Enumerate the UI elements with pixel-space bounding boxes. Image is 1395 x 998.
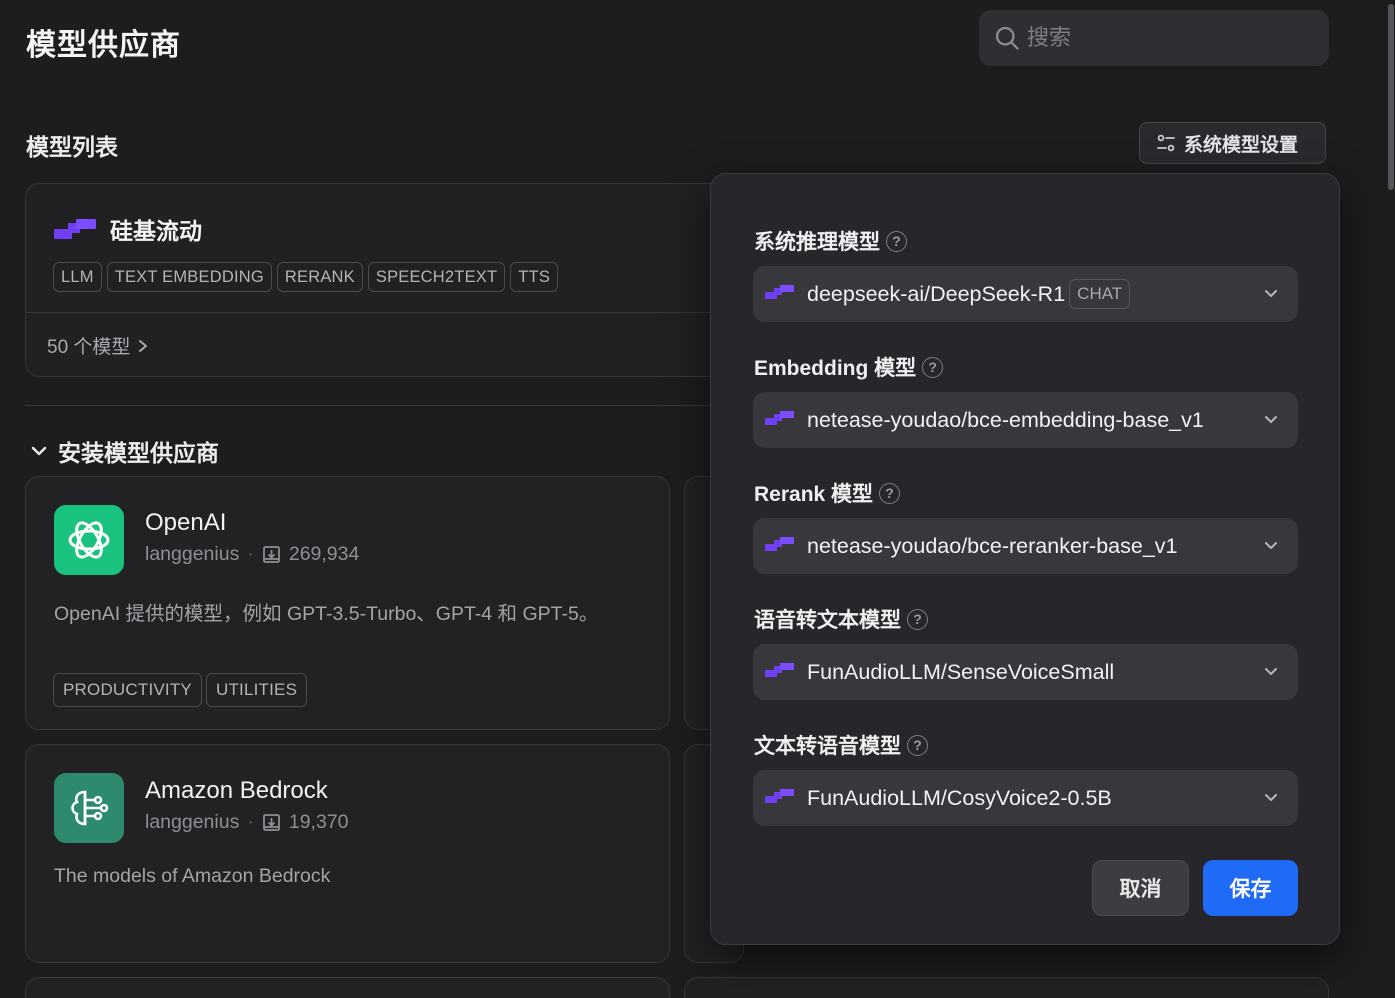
siliconflow-logo-icon (765, 284, 795, 305)
field-label-text: Embedding 模型 (754, 357, 917, 380)
field-label-text: Rerank 模型 (754, 483, 874, 506)
reasoning-model-select[interactable]: deepseek-ai/DeepSeek-R1 CHAT (753, 266, 1298, 322)
chevron-right-icon (139, 339, 148, 352)
section-divider (25, 405, 715, 406)
tag-productivity: PRODUCTIVITY (53, 673, 202, 707)
tag-llm: LLM (53, 262, 102, 292)
siliconflow-logo-icon (765, 410, 795, 431)
siliconflow-logo-icon (765, 788, 795, 809)
siliconflow-logo-icon (54, 217, 98, 246)
help-icon[interactable]: ? (907, 608, 928, 630)
field-label-speech2text: 语音转文本模型 ? (754, 604, 928, 634)
plugin-description: The models of Amazon Bedrock (54, 865, 331, 887)
tag-utilities: UTILITIES (205, 673, 308, 707)
provider-card[interactable]: 硅基流动 LLM TEXT EMBEDDING RERANK SPEECH2TE… (25, 183, 725, 377)
search-box[interactable] (979, 10, 1329, 66)
model-type-chip: CHAT (1069, 279, 1131, 309)
chevron-down-icon (1265, 794, 1277, 801)
chevron-down-icon (1265, 416, 1277, 423)
field-label-text: 语音转文本模型 (754, 609, 901, 632)
help-icon[interactable]: ? (922, 356, 944, 378)
card-divider (26, 312, 724, 313)
field-label-embedding: Embedding 模型 ? (754, 352, 944, 382)
chevron-down-icon (31, 446, 47, 456)
tag-rerank: RERANK (276, 262, 363, 292)
field-label-tts: 文本转语音模型 ? (754, 730, 928, 760)
provider-name: 硅基流动 (110, 218, 202, 244)
siliconflow-logo-icon (765, 536, 795, 557)
embedding-model-select[interactable]: netease-youdao/bce-embedding-base_v1 (753, 392, 1298, 448)
speech2text-model-select[interactable]: FunAudioLLM/SenseVoiceSmall (753, 644, 1298, 700)
meta-separator: · (247, 543, 254, 565)
install-providers-toggle[interactable]: 安装模型供应商 (30, 434, 219, 468)
plugin-card-partial[interactable] (25, 977, 670, 998)
scrollbar-thumb[interactable] (1388, 4, 1394, 190)
cancel-button[interactable]: 取消 (1092, 860, 1189, 916)
meta-separator: · (247, 811, 254, 833)
plugin-install-count: 19,370 (288, 811, 349, 833)
bedrock-icon (54, 773, 124, 843)
tts-model-select[interactable]: FunAudioLLM/CosyVoice2-0.5B (753, 770, 1298, 826)
search-input[interactable] (1027, 25, 1317, 51)
tag-tts: TTS (510, 262, 559, 292)
siliconflow-logo-icon (765, 662, 795, 683)
plugin-meta: langgenius · 269,934 (145, 543, 359, 566)
save-button[interactable]: 保存 (1203, 860, 1298, 916)
selected-model: FunAudioLLM/SenseVoiceSmall (807, 659, 1115, 684)
selected-model: netease-youdao/bce-reranker-base_v1 (807, 533, 1178, 558)
chevron-down-icon (1265, 290, 1277, 297)
plugin-install-count: 269,934 (288, 543, 360, 565)
selected-model: FunAudioLLM/CosyVoice2-0.5B (807, 785, 1112, 810)
help-icon[interactable]: ? (907, 734, 928, 756)
field-label-text: 系统推理模型 (754, 231, 880, 254)
provider-tags: LLM TEXT EMBEDDING RERANK SPEECH2TEXT TT… (53, 262, 559, 292)
chevron-down-icon (1265, 668, 1277, 675)
system-model-settings-button[interactable]: 系统模型设置 (1139, 122, 1326, 164)
tag-speech2text: SPEECH2TEXT (367, 262, 506, 292)
plugin-tags: PRODUCTIVITY UTILITIES (53, 673, 308, 707)
settings-sliders-icon (1157, 134, 1175, 152)
field-label-text: 文本转语音模型 (754, 735, 901, 758)
help-icon[interactable]: ? (886, 230, 907, 252)
model-list-title: 模型列表 (26, 134, 118, 160)
plugin-name: Amazon Bedrock (145, 777, 328, 804)
chevron-down-icon (1265, 542, 1277, 549)
field-label-rerank: Rerank 模型 ? (754, 478, 901, 508)
selected-model: deepseek-ai/DeepSeek-R1 (807, 281, 1066, 306)
download-icon (262, 814, 280, 831)
model-count-link[interactable]: 50 个模型 (47, 332, 150, 359)
system-model-settings-popover: 系统推理模型 ? deepseek-ai/DeepSeek-R1 CHAT Em… (710, 173, 1340, 945)
tag-text-embedding: TEXT EMBEDDING (106, 262, 272, 292)
search-icon (995, 26, 1019, 50)
plugin-author: langgenius (145, 811, 240, 833)
rerank-model-select[interactable]: netease-youdao/bce-reranker-base_v1 (753, 518, 1298, 574)
field-label-reasoning: 系统推理模型 ? (754, 226, 907, 256)
model-count-label: 50 个模型 (47, 337, 131, 358)
plugin-card-partial[interactable] (684, 977, 1329, 998)
page-title: 模型供应商 (26, 29, 181, 62)
openai-icon (54, 505, 124, 575)
plugin-card-bedrock[interactable]: Amazon Bedrock langgenius · 19,370 The m… (25, 744, 670, 963)
plugin-name: OpenAI (145, 509, 227, 536)
plugin-card-openai[interactable]: OpenAI langgenius · 269,934 OpenAI 提供的模型… (25, 476, 670, 730)
selected-model: netease-youdao/bce-embedding-base_v1 (807, 407, 1204, 432)
plugin-description: OpenAI 提供的模型，例如 GPT-3.5-Turbo、GPT-4 和 GP… (54, 603, 599, 625)
system-model-settings-label: 系统模型设置 (1184, 134, 1299, 156)
install-providers-title: 安装模型供应商 (58, 440, 219, 466)
plugin-meta: langgenius · 19,370 (145, 811, 349, 834)
help-icon[interactable]: ? (879, 482, 901, 504)
download-icon (262, 546, 280, 563)
plugin-author: langgenius (145, 543, 240, 565)
